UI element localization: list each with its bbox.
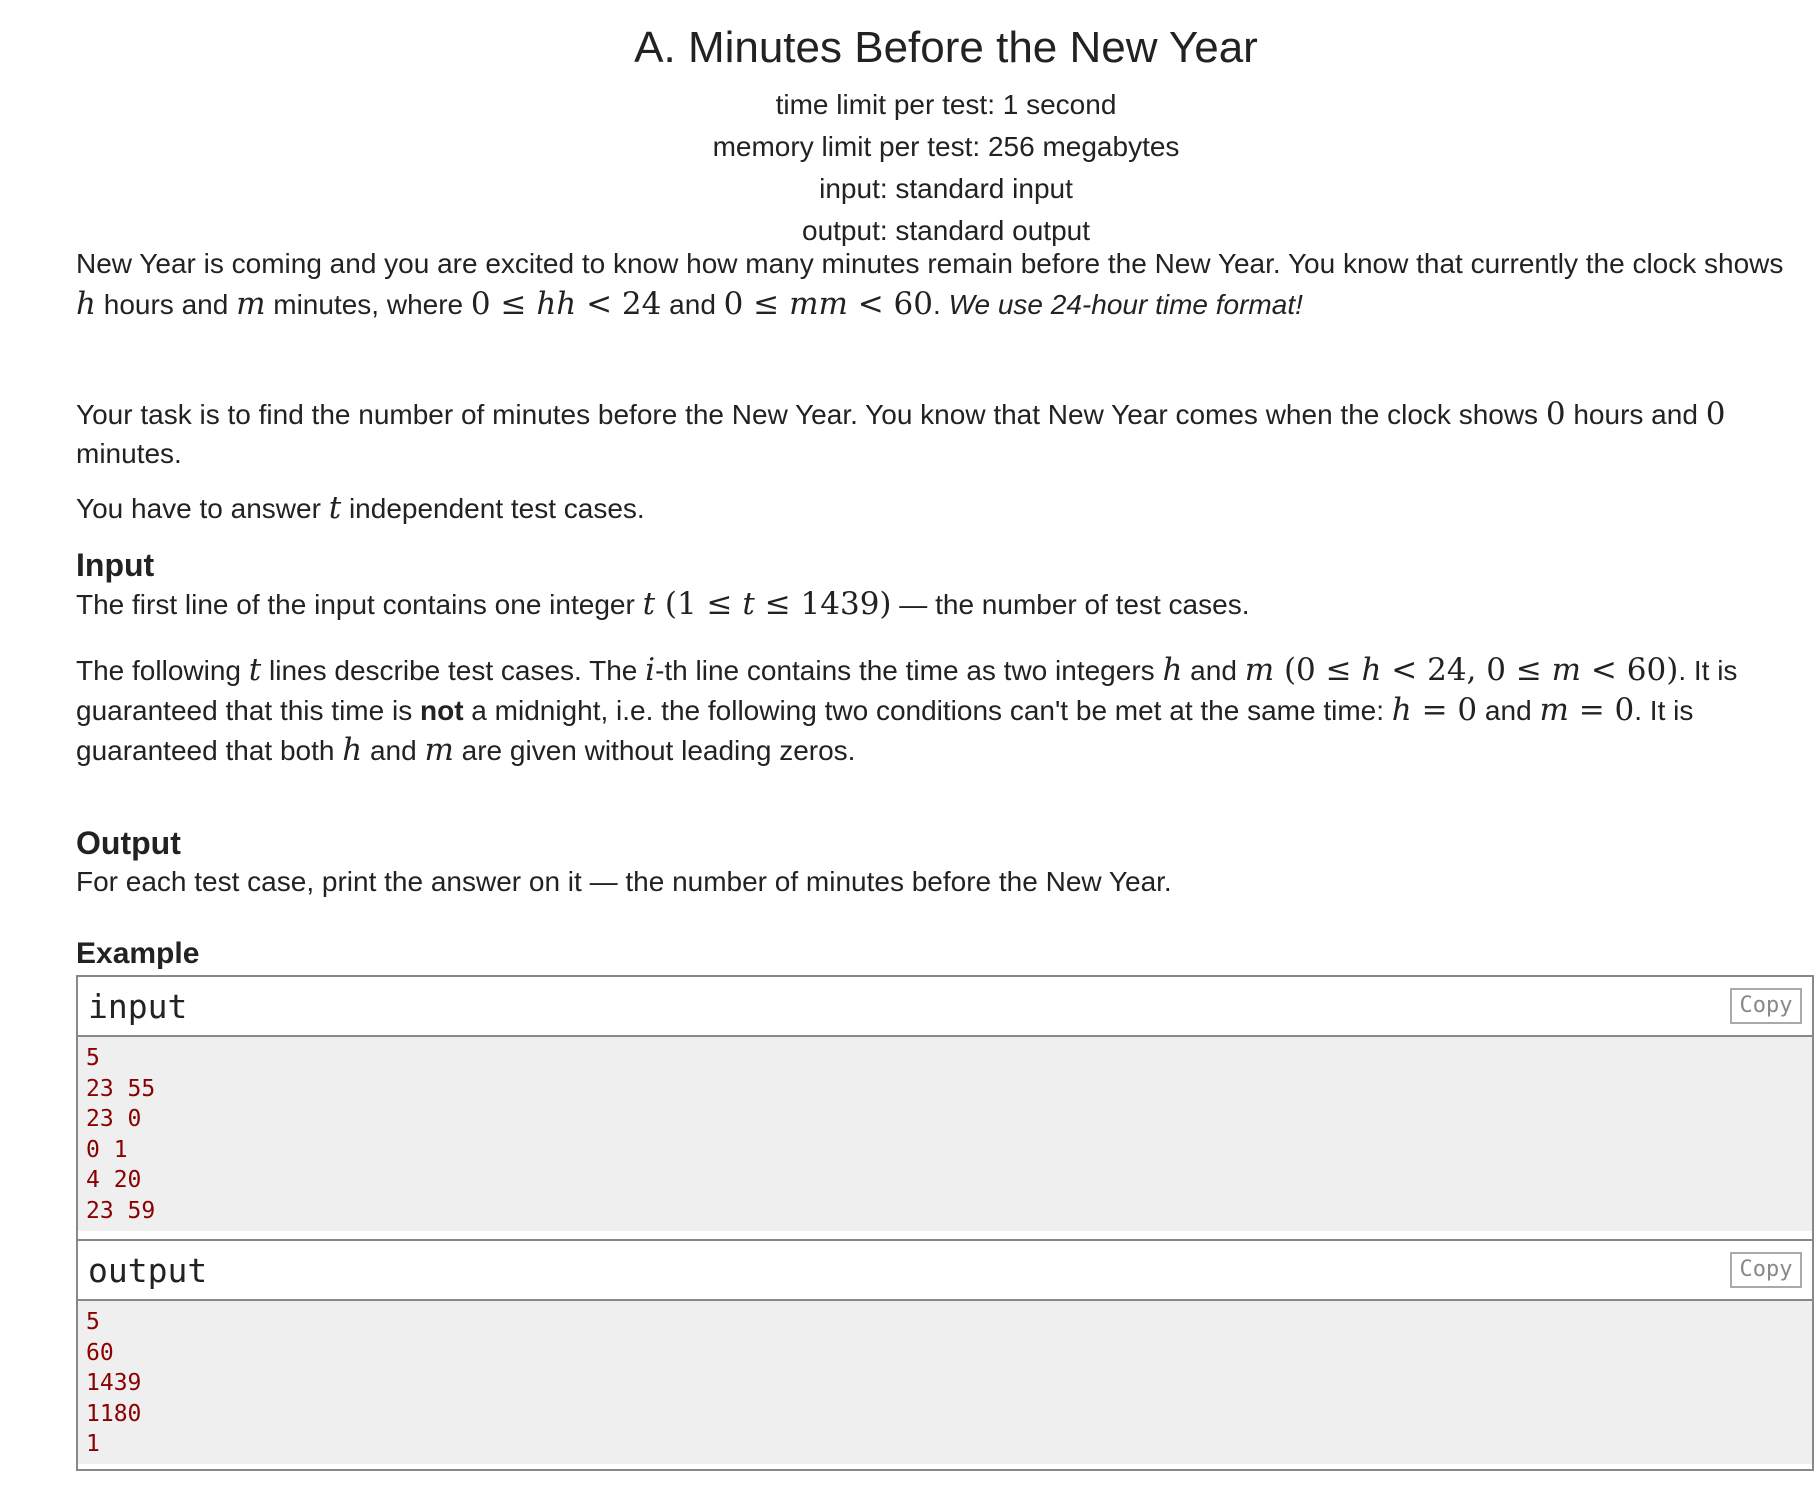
statement-text: -th line contains the time as two intege… — [655, 655, 1163, 686]
statement-text: and — [1182, 655, 1245, 686]
statement-text: minutes, where — [265, 289, 471, 320]
math-expression: = 0 — [1411, 692, 1478, 728]
math-var-hh: hh — [536, 286, 577, 322]
statement-text: independent test cases. — [341, 493, 645, 524]
statement-paragraph-3: You have to answer t independent test ca… — [76, 488, 1816, 529]
output-line: 5 — [86, 1309, 100, 1335]
statement-text: guaranteed that both — [76, 735, 343, 766]
math-expression: (0 ≤ — [1274, 652, 1362, 688]
statement-text: — the number of test cases. — [891, 589, 1250, 620]
math-var-h: h — [1361, 652, 1382, 688]
math-var-m: m — [236, 286, 266, 322]
math-expression: < 60) — [1581, 652, 1679, 688]
statement-text: The first line of the input contains one… — [76, 589, 643, 620]
statement-text: hours and — [1565, 399, 1706, 430]
input-paragraph-1: The first line of the input contains one… — [76, 584, 1816, 625]
statement-text: lines describe test cases. The — [261, 655, 646, 686]
math-var-mm: mm — [789, 286, 848, 322]
statement-text: and — [661, 289, 724, 320]
example-input-header: input Copy — [78, 977, 1812, 1037]
bold-not: not — [419, 695, 464, 726]
statement-text: . It is — [1634, 695, 1694, 726]
memory-limit: memory limit per test: 256 megabytes — [712, 131, 1180, 162]
example-title: Example — [76, 937, 200, 970]
math-var-m: m — [1244, 652, 1275, 688]
math-var-h: h — [1162, 652, 1183, 688]
input-line: 0 1 — [86, 1136, 128, 1163]
output-section-title: Output — [76, 825, 181, 861]
statement-text: a midnight, i.e. the following two condi… — [463, 695, 1392, 726]
output-paragraph: For each test case, print the answer on … — [76, 866, 1172, 897]
example-output-header: output Copy — [78, 1241, 1812, 1301]
statement-text: New Year is coming and you are excited t… — [76, 248, 1784, 279]
math-var-t: t — [642, 586, 656, 622]
math-var-h: h — [1391, 692, 1412, 728]
math-expression: < 24, 0 ≤ — [1381, 652, 1552, 688]
input-line: 4 20 — [86, 1167, 142, 1194]
math-var-h: h — [342, 732, 363, 768]
math-var-m: m — [1551, 652, 1582, 688]
statement-text: and — [362, 735, 425, 766]
example-input-box: input Copy 5 23 55 23 0 0 1 4 20 23 59 — [76, 975, 1814, 1241]
output-line: 1439 — [86, 1370, 142, 1397]
math-expression: < 24 — [576, 286, 662, 322]
math-expression: 0 ≤ — [723, 286, 790, 322]
problem-title: A. Minutes Before the New Year — [634, 23, 1258, 72]
statement-text: minutes. — [76, 438, 182, 469]
copy-output-button[interactable]: Copy — [1730, 1252, 1802, 1288]
math-expression: ≤ 1439) — [754, 586, 892, 622]
math-expression: = 0 — [1568, 692, 1635, 728]
math-expression: (1 ≤ — [655, 586, 743, 622]
math-var-h: h — [76, 286, 96, 322]
math-expression: 0 ≤ — [470, 286, 537, 322]
statement-paragraph-1: New Year is coming and you are excited t… — [76, 244, 1816, 324]
statement-text: Your task is to find the number of minut… — [76, 399, 1546, 430]
output-line: 1180 — [86, 1400, 142, 1427]
math-var-t: t — [742, 586, 755, 622]
statement-text: You have to answer — [76, 493, 329, 524]
math-var-m: m — [424, 732, 454, 768]
statement-paragraph-2: Your task is to find the number of minut… — [76, 394, 1816, 474]
example-output-box: output Copy 5 60 1439 1180 1 — [76, 1239, 1814, 1471]
input-line: 5 — [86, 1045, 100, 1071]
statement-text: hours and — [95, 289, 237, 320]
math-var-m: m — [1539, 692, 1569, 728]
input-line: 23 59 — [86, 1197, 156, 1224]
statement-text: are given without leading zeros. — [453, 735, 856, 766]
example-input-content: 5 23 55 23 0 0 1 4 20 23 59 — [78, 1037, 1812, 1231]
statement-text: and — [1477, 695, 1540, 726]
statement-text: guaranteed that this time is — [76, 695, 420, 726]
example-input-label: input — [88, 987, 188, 1026]
problem-header: A. Minutes Before the New Year time limi… — [76, 0, 1816, 252]
math-zero: 0 — [1705, 396, 1726, 432]
math-zero: 0 — [1545, 396, 1566, 432]
math-var-i: i — [645, 652, 656, 688]
input-line: 23 0 — [86, 1106, 142, 1133]
italic-note: We use 24-hour time format! — [948, 289, 1303, 320]
example-output-label: output — [88, 1251, 208, 1290]
math-expression: < 60 — [847, 286, 934, 322]
math-var-t: t — [328, 490, 342, 526]
copy-input-button[interactable]: Copy — [1730, 988, 1802, 1024]
input-paragraph-2: The following t lines describe test case… — [76, 650, 1816, 770]
problem-page: A. Minutes Before the New Year time limi… — [76, 0, 1816, 1471]
example-output-content: 5 60 1439 1180 1 — [78, 1301, 1812, 1464]
statement-text: . — [933, 289, 949, 320]
input-source: input: standard input — [819, 173, 1073, 204]
output-line: 1 — [86, 1431, 100, 1458]
input-line: 23 55 — [86, 1075, 156, 1102]
input-section-title: Input — [76, 547, 155, 583]
math-var-t: t — [248, 652, 262, 688]
statement-text: The following — [76, 655, 249, 686]
statement-text: . It is — [1678, 655, 1738, 686]
output-line: 60 — [86, 1339, 114, 1366]
time-limit: time limit per test: 1 second — [775, 89, 1117, 120]
